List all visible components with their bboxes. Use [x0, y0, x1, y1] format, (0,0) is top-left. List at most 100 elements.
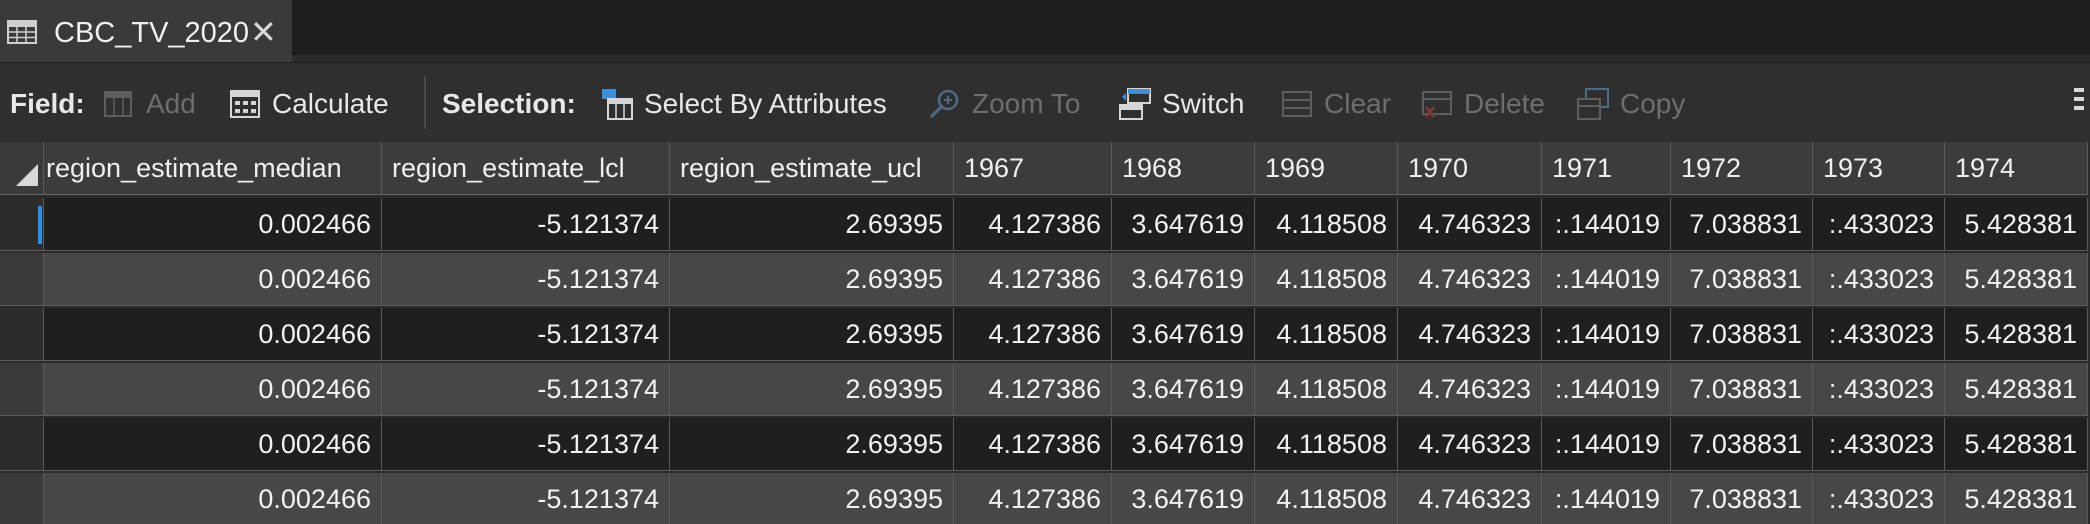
table-cell[interactable]: 4.746323: [1398, 198, 1542, 251]
table-cell[interactable]: 7.038831: [1671, 418, 1813, 471]
table-cell[interactable]: 0.002466: [44, 253, 382, 306]
select-by-attributes-button[interactable]: Select By Attributes: [600, 85, 887, 123]
table-cell[interactable]: 0.002466: [44, 473, 382, 524]
table-cell[interactable]: 2.69395: [670, 308, 954, 361]
table-cell[interactable]: 7.038831: [1671, 473, 1813, 524]
table-cell[interactable]: 2.69395: [670, 363, 954, 416]
table-cell[interactable]: -5.121374: [382, 363, 670, 416]
table-cell[interactable]: 4.746323: [1398, 308, 1542, 361]
table-row[interactable]: 0.002466 -5.121374 2.69395 4.127386 3.647619…: [0, 253, 2090, 306]
table-cell[interactable]: 5.428381: [1945, 418, 2088, 471]
table-cell[interactable]: 2.69395: [670, 418, 954, 471]
column-header[interactable]: 1974: [1945, 142, 2088, 195]
table-cell[interactable]: 4.118508: [1255, 363, 1398, 416]
table-cell[interactable]: 7.038831: [1671, 308, 1813, 361]
column-header[interactable]: 1967: [954, 142, 1112, 195]
table-cell[interactable]: :.433023: [1813, 198, 1945, 251]
table-cell[interactable]: 5.428381: [1945, 363, 2088, 416]
table-cell[interactable]: 4.746323: [1398, 253, 1542, 306]
row-selector[interactable]: [0, 363, 44, 416]
table-cell[interactable]: 3.647619: [1112, 473, 1255, 524]
table-cell[interactable]: :.144019: [1542, 473, 1671, 524]
table-cell[interactable]: -5.121374: [382, 198, 670, 251]
column-header[interactable]: 1968: [1112, 142, 1255, 195]
table-cell[interactable]: 4.127386: [954, 198, 1112, 251]
column-header[interactable]: 1971: [1542, 142, 1671, 195]
table-cell[interactable]: 4.118508: [1255, 198, 1398, 251]
table-cell[interactable]: 4.118508: [1255, 418, 1398, 471]
row-selector[interactable]: [0, 253, 44, 306]
add-field-button[interactable]: Add: [102, 85, 196, 123]
table-cell[interactable]: 0.002466: [44, 363, 382, 416]
column-header[interactable]: 1970: [1398, 142, 1542, 195]
column-header[interactable]: region_estimate_median: [44, 142, 382, 195]
table-cell[interactable]: 4.127386: [954, 253, 1112, 306]
column-header[interactable]: 1969: [1255, 142, 1398, 195]
table-cell[interactable]: -5.121374: [382, 418, 670, 471]
row-selector[interactable]: [0, 308, 44, 361]
column-header[interactable]: 1973: [1813, 142, 1945, 195]
table-cell[interactable]: :.433023: [1813, 473, 1945, 524]
column-header[interactable]: region_estimate_lcl: [382, 142, 670, 195]
table-cell[interactable]: 4.127386: [954, 363, 1112, 416]
table-cell[interactable]: 3.647619: [1112, 198, 1255, 251]
table-cell[interactable]: 3.647619: [1112, 418, 1255, 471]
table-cell[interactable]: :.433023: [1813, 363, 1945, 416]
table-tab[interactable]: CBC_TV_2020 ✕: [0, 0, 292, 62]
table-cell[interactable]: 2.69395: [670, 198, 954, 251]
column-header[interactable]: 1972: [1671, 142, 1813, 195]
table-row[interactable]: 0.002466 -5.121374 2.69395 4.127386 3.647619…: [0, 308, 2090, 361]
table-cell[interactable]: 0.002466: [44, 418, 382, 471]
table-cell[interactable]: 0.002466: [44, 308, 382, 361]
table-cell[interactable]: 2.69395: [670, 473, 954, 524]
table-cell[interactable]: 4.118508: [1255, 308, 1398, 361]
switch-selection-button[interactable]: Switch: [1118, 85, 1244, 123]
table-row[interactable]: 0.002466 -5.121374 2.69395 4.127386 3.647619…: [0, 198, 2090, 251]
table-cell[interactable]: 4.127386: [954, 473, 1112, 524]
table-cell[interactable]: 4.127386: [954, 308, 1112, 361]
table-cell[interactable]: 4.746323: [1398, 418, 1542, 471]
table-cell[interactable]: 4.746323: [1398, 473, 1542, 524]
table-cell[interactable]: 3.647619: [1112, 363, 1255, 416]
table-cell[interactable]: -5.121374: [382, 473, 670, 524]
close-icon[interactable]: ✕: [250, 13, 277, 51]
table-cell[interactable]: :.144019: [1542, 308, 1671, 361]
table-cell[interactable]: 7.038831: [1671, 253, 1813, 306]
table-cell[interactable]: 4.127386: [954, 418, 1112, 471]
row-selector[interactable]: [0, 473, 44, 524]
table-row[interactable]: 0.002466 -5.121374 2.69395 4.127386 3.647619…: [0, 363, 2090, 416]
table-cell[interactable]: -5.121374: [382, 308, 670, 361]
delete-selection-button[interactable]: Delete: [1420, 85, 1545, 123]
row-selector[interactable]: [0, 418, 44, 471]
table-cell[interactable]: 0.002466: [44, 198, 382, 251]
table-cell[interactable]: :.144019: [1542, 198, 1671, 251]
table-cell[interactable]: :.433023: [1813, 308, 1945, 361]
table-cell[interactable]: 3.647619: [1112, 253, 1255, 306]
more-options-icon[interactable]: [2074, 83, 2084, 123]
table-cell[interactable]: 7.038831: [1671, 363, 1813, 416]
table-cell[interactable]: :.144019: [1542, 253, 1671, 306]
table-cell[interactable]: 4.118508: [1255, 473, 1398, 524]
table-cell[interactable]: 5.428381: [1945, 198, 2088, 251]
table-cell[interactable]: 5.428381: [1945, 473, 2088, 524]
table-cell[interactable]: :.433023: [1813, 253, 1945, 306]
copy-selection-button[interactable]: Copy: [1576, 85, 1685, 123]
table-cell[interactable]: 5.428381: [1945, 253, 2088, 306]
table-cell[interactable]: 3.647619: [1112, 308, 1255, 361]
select-all-corner[interactable]: [0, 142, 44, 195]
table-cell[interactable]: :.433023: [1813, 418, 1945, 471]
table-cell[interactable]: 7.038831: [1671, 198, 1813, 251]
table-cell[interactable]: :.144019: [1542, 363, 1671, 416]
table-cell[interactable]: 4.746323: [1398, 363, 1542, 416]
zoom-to-button[interactable]: Zoom To: [928, 85, 1080, 123]
table-cell[interactable]: 2.69395: [670, 253, 954, 306]
table-cell[interactable]: -5.121374: [382, 253, 670, 306]
column-header[interactable]: region_estimate_ucl: [670, 142, 954, 195]
clear-selection-button[interactable]: Clear: [1280, 85, 1391, 123]
table-cell[interactable]: :.144019: [1542, 418, 1671, 471]
table-row[interactable]: 0.002466 -5.121374 2.69395 4.127386 3.647619…: [0, 418, 2090, 471]
row-selector[interactable]: [0, 198, 44, 251]
table-row[interactable]: 0.002466 -5.121374 2.69395 4.127386 3.647619…: [0, 473, 2090, 524]
calculate-field-button[interactable]: Calculate: [228, 85, 389, 123]
table-cell[interactable]: 5.428381: [1945, 308, 2088, 361]
